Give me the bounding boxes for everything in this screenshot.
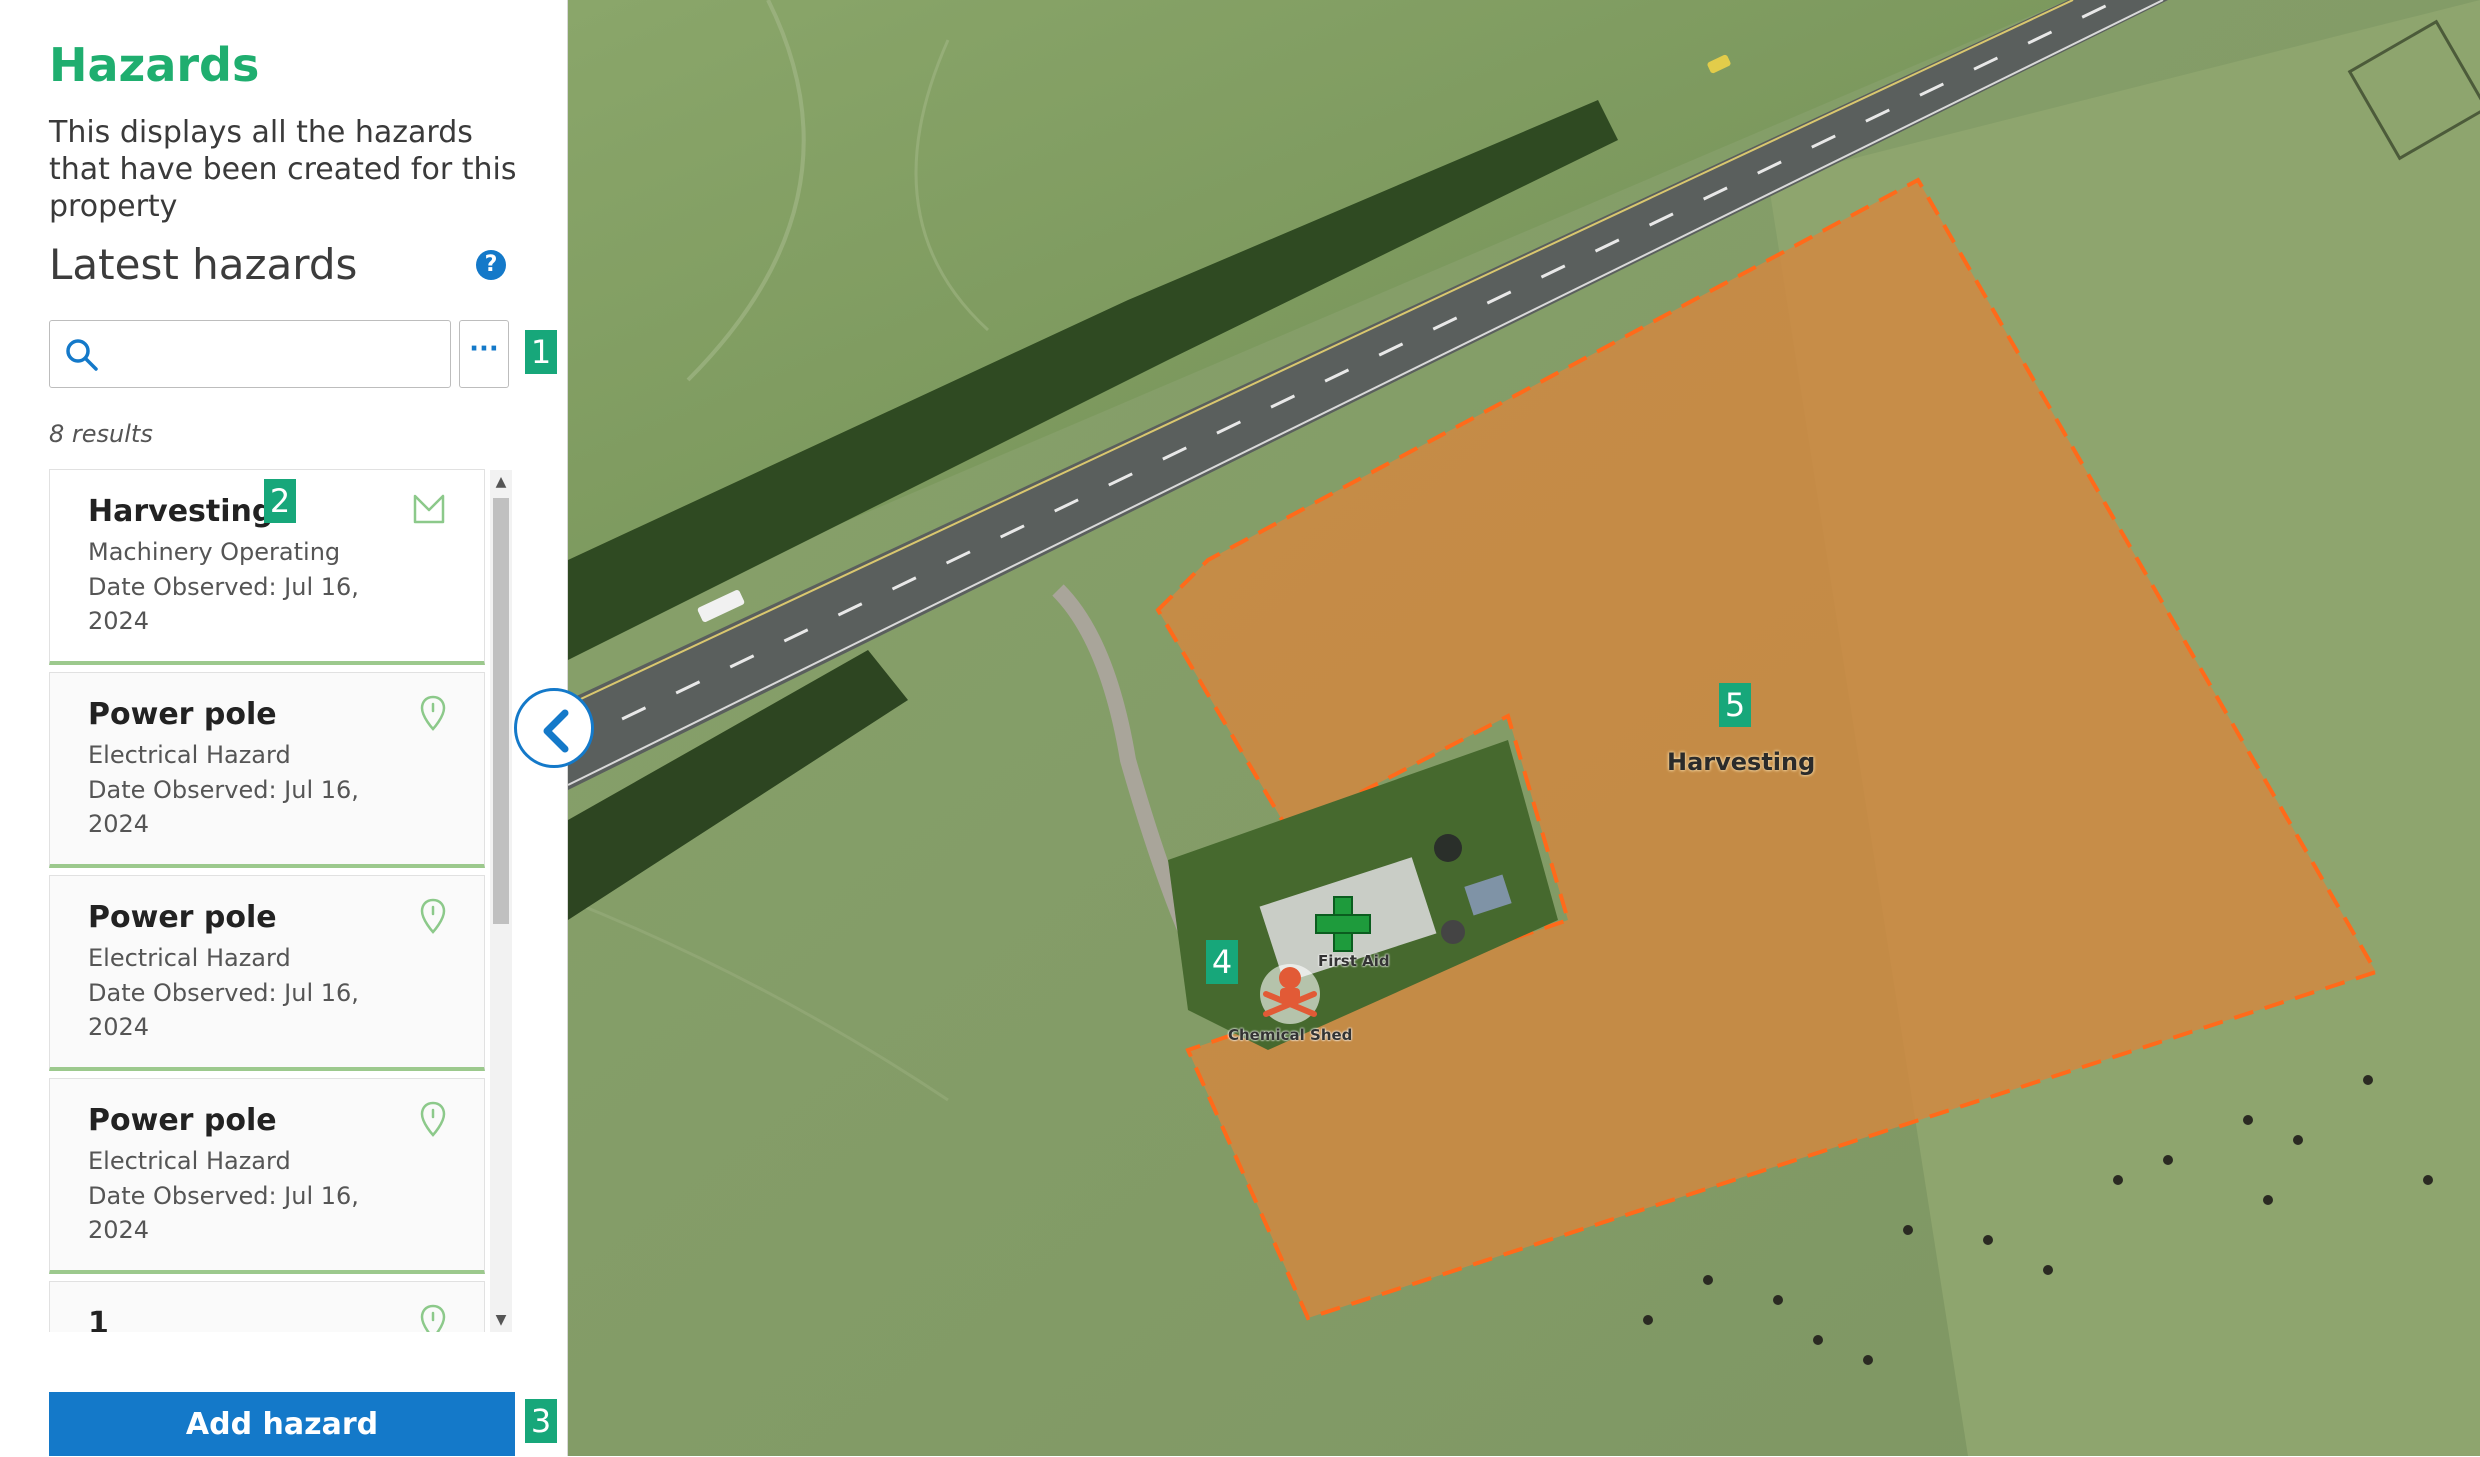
hazard-date: Date Observed: Jul 16, 2024 — [88, 776, 359, 838]
page-title: Hazards — [49, 38, 260, 92]
list-scrollbar[interactable]: ▲ ▼ — [490, 470, 512, 1332]
first-aid-label: First Aid — [1318, 952, 1390, 970]
pin-icon — [420, 1304, 446, 1332]
hazard-list: Harvesting Machinery Operating Date Obse… — [49, 469, 515, 1332]
hazard-name: Harvesting — [88, 494, 274, 529]
area-label: Harvesting — [1667, 748, 1816, 776]
annotation-tag-4: 4 — [1206, 940, 1238, 984]
chevron-left-icon — [543, 709, 569, 753]
pin-icon — [420, 898, 446, 934]
add-hazard-button[interactable]: Add hazard — [49, 1392, 515, 1456]
hazard-card[interactable]: 1 — [49, 1281, 485, 1332]
hazard-date: Date Observed: Jul 16, 2024 — [88, 979, 359, 1041]
annotation-tag-5: 5 — [1719, 683, 1751, 727]
hazard-type: Electrical Hazard — [88, 944, 291, 972]
latest-hazards-heading: Latest hazards — [49, 240, 358, 289]
pin-icon — [420, 695, 446, 731]
annotation-tag-1: 1 — [525, 330, 557, 374]
chemical-shed-label: Chemical Shed — [1228, 1026, 1353, 1044]
map-view[interactable]: Harvesting First Aid Chemical Shed 4 5 — [568, 0, 2480, 1456]
results-count: 8 results — [49, 420, 153, 448]
hazard-type: Electrical Hazard — [88, 741, 291, 769]
annotation-tag-3: 3 — [525, 1399, 557, 1443]
hazard-type: Electrical Hazard — [88, 1147, 291, 1175]
hazard-date: Date Observed: Jul 16, 2024 — [88, 1182, 359, 1244]
collapse-sidebar-button[interactable] — [514, 688, 594, 768]
area-icon — [413, 494, 445, 524]
hazard-name: 1 — [88, 1306, 109, 1332]
scroll-thumb[interactable] — [493, 498, 509, 924]
hazard-name: Power pole — [88, 900, 277, 935]
search-box[interactable] — [49, 320, 451, 388]
pin-icon — [420, 1101, 446, 1137]
satellite-imagery — [568, 0, 2480, 1456]
page-description: This displays all the hazards that have … — [49, 115, 517, 224]
hazard-date: Date Observed: Jul 16, 2024 — [88, 573, 359, 635]
more-options-button[interactable]: ··· — [459, 320, 509, 388]
annotation-tag-2: 2 — [264, 479, 296, 523]
hazard-name: Power pole — [88, 697, 277, 732]
scroll-up-icon[interactable]: ▲ — [490, 470, 512, 494]
scroll-down-icon[interactable]: ▼ — [490, 1308, 512, 1332]
search-input[interactable] — [116, 331, 440, 379]
hazard-card[interactable]: Power pole Electrical Hazard Date Observ… — [49, 672, 485, 868]
search-icon — [66, 339, 98, 371]
hazard-card[interactable]: Power pole Electrical Hazard Date Observ… — [49, 1078, 485, 1274]
help-icon[interactable]: ? — [476, 250, 506, 280]
hazard-type: Machinery Operating — [88, 538, 341, 566]
hazard-card[interactable]: Power pole Electrical Hazard Date Observ… — [49, 875, 485, 1071]
hazard-name: Power pole — [88, 1103, 277, 1138]
chemical-hazard-icon[interactable] — [1260, 964, 1320, 1024]
hazards-sidebar: Hazards This displays all the hazards th… — [0, 0, 568, 1456]
